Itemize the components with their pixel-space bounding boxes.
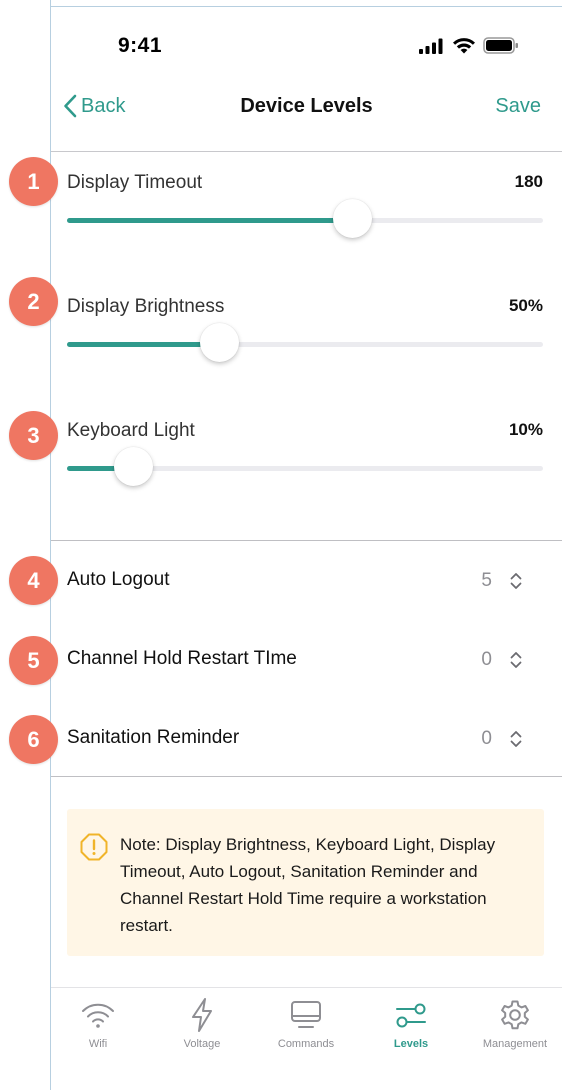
display-brightness-slider-row: Display Brightness 50% <box>67 296 543 386</box>
display-timeout-label: Display Timeout <box>67 172 203 193</box>
step-badge-6: 6 <box>9 715 58 764</box>
lightning-icon <box>192 998 212 1032</box>
channel-hold-restart-time-row[interactable]: Channel Hold Restart TIme 0 <box>67 648 527 688</box>
step-badge-2: 2 <box>9 277 58 326</box>
tab-management-label: Management <box>482 1038 548 1050</box>
status-bar: 9:41 <box>51 7 562 82</box>
keyboard-light-slider-thumb[interactable] <box>114 447 154 486</box>
tab-commands[interactable]: Commands <box>256 996 356 1050</box>
channel-hold-restart-time-label: Channel Hold Restart TIme <box>67 648 297 669</box>
keyboard-light-value: 10% <box>508 420 543 439</box>
up-down-chevron-icon[interactable] <box>509 650 523 670</box>
step-badge-4: 4 <box>9 556 58 605</box>
step-badge-1: 1 <box>9 157 58 206</box>
battery-icon <box>483 37 518 54</box>
gear-icon <box>501 1000 529 1030</box>
auto-logout-value: 5 <box>481 570 492 591</box>
save-button[interactable]: Save <box>495 95 541 118</box>
tab-wifi-label: Wifi <box>88 1038 108 1050</box>
tab-levels[interactable]: Levels <box>361 996 461 1050</box>
keyboard-light-label: Keyboard Light <box>67 420 195 441</box>
up-down-chevron-icon[interactable] <box>509 729 523 749</box>
display-brightness-slider-fill <box>67 342 220 347</box>
tab-management[interactable]: Management <box>465 996 562 1050</box>
section-divider <box>51 540 562 541</box>
note-text: Note: Display Brightness, Keyboard Light… <box>120 835 496 935</box>
display-timeout-value: 180 <box>514 172 543 191</box>
up-down-chevron-icon[interactable] <box>509 571 523 591</box>
warning-icon <box>80 833 108 861</box>
step-badge-5: 5 <box>9 636 58 685</box>
monitor-icon <box>291 1001 321 1028</box>
display-brightness-label: Display Brightness <box>67 296 225 317</box>
display-timeout-slider-fill <box>67 218 353 223</box>
tab-wifi[interactable]: Wifi <box>48 996 148 1050</box>
display-brightness-value: 50% <box>508 296 543 315</box>
display-brightness-slider[interactable] <box>67 342 543 347</box>
sanitation-reminder-value: 0 <box>481 728 492 749</box>
page-title: Device Levels <box>240 95 373 117</box>
cellular-signal-icon <box>419 38 443 54</box>
auto-logout-row[interactable]: Auto Logout 5 <box>67 569 527 609</box>
restart-note: Note: Display Brightness, Keyboard Light… <box>67 809 544 956</box>
display-timeout-slider[interactable] <box>67 218 543 223</box>
tab-bar: Wifi Voltage Commands Levels Management <box>51 987 562 1090</box>
display-timeout-slider-row: Display Timeout 180 <box>67 172 543 262</box>
tab-commands-label: Commands <box>277 1038 335 1050</box>
status-icons <box>419 37 519 54</box>
auto-logout-label: Auto Logout <box>67 569 170 590</box>
status-time: 9:41 <box>118 34 163 57</box>
display-brightness-slider-thumb[interactable] <box>199 323 239 362</box>
sliders-icon <box>396 1003 426 1028</box>
channel-hold-restart-time-value: 0 <box>481 649 492 670</box>
tab-levels-label: Levels <box>393 1038 429 1050</box>
wifi-icon <box>82 1003 114 1028</box>
wifi-status-icon <box>453 38 475 54</box>
tab-voltage[interactable]: Voltage <box>152 996 252 1050</box>
display-timeout-slider-thumb[interactable] <box>333 199 373 238</box>
navigation-bar: Back Device Levels Save <box>51 82 562 152</box>
tab-voltage-label: Voltage <box>183 1038 221 1050</box>
section-divider <box>51 776 562 777</box>
sanitation-reminder-row[interactable]: Sanitation Reminder 0 <box>67 727 527 767</box>
keyboard-light-slider-row: Keyboard Light 10% <box>67 420 543 510</box>
sanitation-reminder-label: Sanitation Reminder <box>67 727 240 748</box>
step-badge-3: 3 <box>9 411 58 460</box>
